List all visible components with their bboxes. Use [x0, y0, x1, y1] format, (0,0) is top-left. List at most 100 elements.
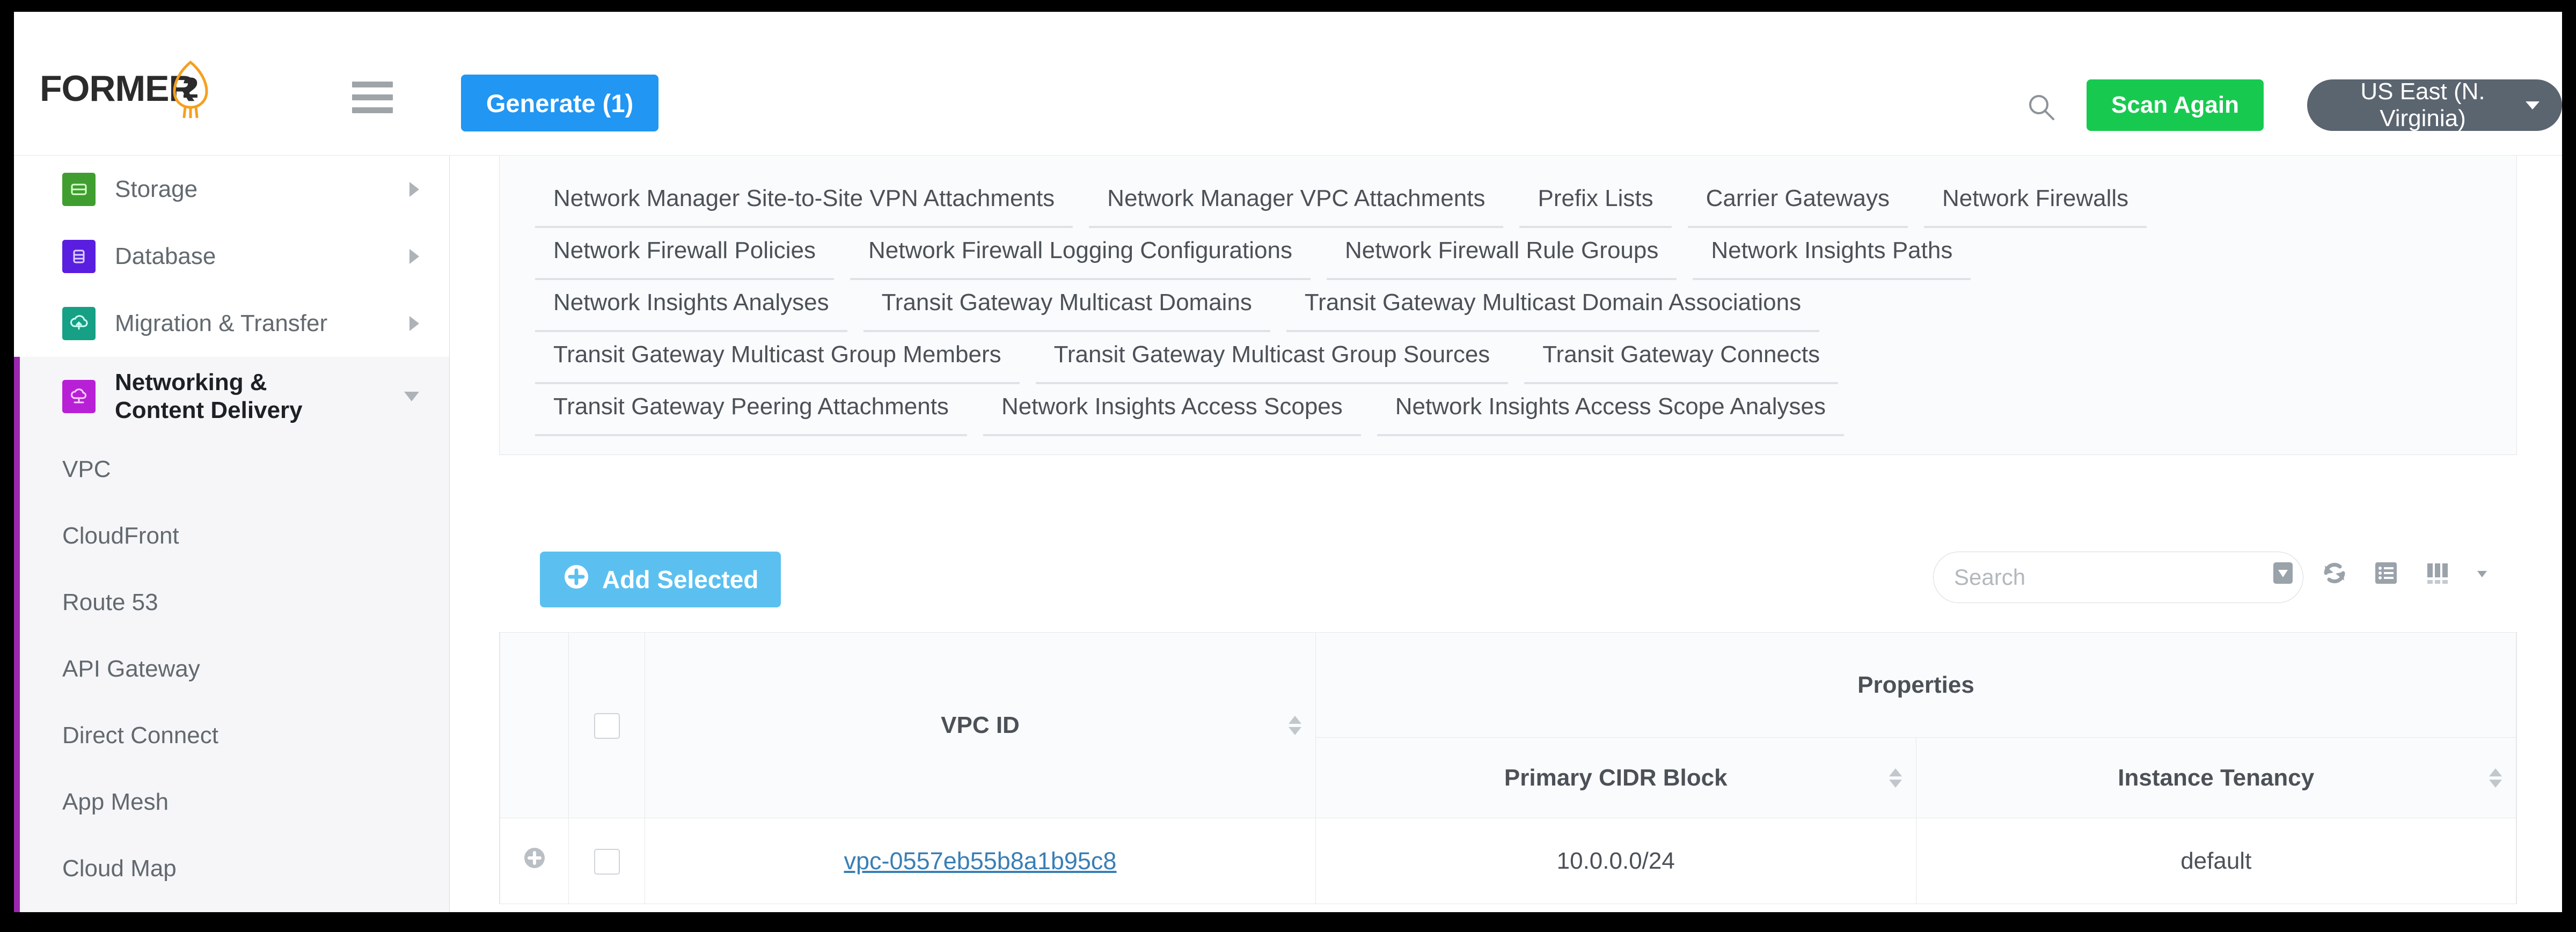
sidebar-item-label: Database	[115, 243, 216, 269]
sort-icon[interactable]	[2489, 768, 2502, 788]
tab-network-firewall-rule-groups[interactable]: Network Firewall Rule Groups	[1326, 228, 1677, 280]
main-content: Network Manager Site-to-Site VPN Attachm…	[450, 156, 2562, 912]
tab-network-insights-access-scopes[interactable]: Network Insights Access Scopes	[983, 384, 1361, 436]
vpc-id-header-label: VPC ID	[941, 711, 1020, 738]
columns-dropdown-caret-icon[interactable]	[2474, 565, 2490, 584]
window-frame: FORMER 2 Generate (1) Scan Again US East…	[0, 0, 2576, 932]
tab-network-firewalls[interactable]: Network Firewalls	[1923, 176, 2147, 228]
export-download-icon[interactable]	[2268, 558, 2298, 591]
tab-prefix-lists[interactable]: Prefix Lists	[1519, 176, 1672, 228]
migration-icon	[62, 306, 96, 340]
search-icon[interactable]	[2026, 92, 2057, 122]
tab-row: Transit Gateway Peering Attachments Netw…	[500, 384, 2516, 436]
vpc-id-link[interactable]: vpc-0557eb55b8a1b95c8	[844, 847, 1117, 875]
tab-transit-gateway-multicast-domain-associations[interactable]: Transit Gateway Multicast Domain Associa…	[1286, 280, 1820, 332]
primary-cidr-cell: 10.0.0.0/24	[1315, 818, 1916, 904]
sidebar-active-label-line2: Content Delivery	[115, 397, 303, 423]
tab-row: Network Firewall Policies Network Firewa…	[500, 228, 2516, 280]
logo-rocket-bulb-icon: 2	[165, 59, 216, 118]
hamburger-icon[interactable]	[352, 82, 393, 114]
tab-transit-gateway-connects[interactable]: Transit Gateway Connects	[1524, 332, 1839, 384]
chevron-down-icon	[2526, 101, 2540, 109]
sidebar-active-label-line1: Networking &	[115, 369, 267, 396]
app-header: FORMER 2 Generate (1) Scan Again US East…	[14, 12, 2562, 156]
sort-icon[interactable]	[1289, 715, 1301, 735]
sidebar-item-label: Networking & Content Delivery	[115, 369, 303, 424]
tab-network-firewall-policies[interactable]: Network Firewall Policies	[535, 228, 835, 280]
vpc-table: VPC ID Properties Primary CIDR Block Ins…	[500, 632, 2516, 904]
tab-network-insights-access-scope-analyses[interactable]: Network Insights Access Scope Analyses	[1377, 384, 1844, 436]
tab-network-insights-paths[interactable]: Network Insights Paths	[1693, 228, 1971, 280]
instance-tenancy-column-header[interactable]: Instance Tenancy	[1915, 737, 2516, 818]
tab-transit-gateway-multicast-group-sources[interactable]: Transit Gateway Multicast Group Sources	[1035, 332, 1509, 384]
chevron-right-icon	[409, 248, 419, 264]
tab-network-insights-analyses[interactable]: Network Insights Analyses	[535, 280, 847, 332]
sidebar-item-api-gateway[interactable]: API Gateway	[14, 636, 449, 702]
sidebar-item-networking-content-delivery[interactable]: Networking & Content Delivery	[14, 357, 449, 436]
scan-again-button[interactable]: Scan Again	[2087, 79, 2264, 131]
columns-icon[interactable]	[2423, 558, 2453, 591]
chevron-down-icon	[404, 392, 419, 401]
tab-network-manager-site-to-site-vpn-attachments[interactable]: Network Manager Site-to-Site VPN Attachm…	[535, 176, 1073, 228]
select-all-column-header	[568, 632, 645, 818]
region-selector[interactable]: US East (N. Virginia)	[2307, 78, 2562, 131]
expand-row-icon[interactable]	[521, 844, 548, 872]
storage-icon	[62, 172, 96, 206]
vpc-id-cell: vpc-0557eb55b8a1b95c8	[645, 818, 1316, 904]
sidebar-item-cloudfront[interactable]: CloudFront	[14, 503, 449, 569]
resource-tabs: Network Manager Site-to-Site VPN Attachm…	[499, 156, 2517, 455]
app-viewport: FORMER 2 Generate (1) Scan Again US East…	[14, 12, 2562, 912]
tab-row: Network Manager Site-to-Site VPN Attachm…	[500, 176, 2516, 228]
networking-icon	[62, 380, 96, 413]
instance-tenancy-cell: default	[1915, 818, 2516, 904]
instance-tenancy-header-label: Instance Tenancy	[2118, 764, 2315, 791]
tab-transit-gateway-multicast-group-members[interactable]: Transit Gateway Multicast Group Members	[535, 332, 1020, 384]
add-selected-button[interactable]: Add Selected	[540, 552, 781, 607]
sidebar-subnav: VPC CloudFront Route 53 API Gateway Dire…	[14, 436, 449, 912]
table-head: VPC ID Properties Primary CIDR Block Ins…	[500, 632, 2516, 818]
tab-carrier-gateways[interactable]: Carrier Gateways	[1687, 176, 1908, 228]
properties-group-header: Properties	[1315, 632, 2516, 738]
sidebar-item-app-mesh[interactable]: App Mesh	[14, 769, 449, 835]
resource-table: VPC ID Properties Primary CIDR Block Ins…	[499, 632, 2517, 904]
generate-button[interactable]: Generate (1)	[461, 75, 658, 131]
row-expand-cell[interactable]	[500, 818, 569, 904]
tab-network-firewall-logging-configurations[interactable]: Network Firewall Logging Configurations	[850, 228, 1311, 280]
vpc-id-column-header[interactable]: VPC ID	[645, 632, 1316, 818]
sort-icon[interactable]	[1889, 768, 1902, 788]
sidebar-item-database[interactable]: Database	[14, 223, 449, 290]
sidebar-item-label: Migration & Transfer	[115, 310, 328, 336]
sidebar-item-storage[interactable]: Storage	[14, 156, 449, 223]
refresh-icon[interactable]	[2319, 558, 2350, 591]
list-view-icon[interactable]	[2371, 558, 2401, 591]
primary-cidr-block-column-header[interactable]: Primary CIDR Block	[1315, 737, 1916, 818]
svg-text:2: 2	[182, 72, 199, 104]
sidebar-item-migration-transfer[interactable]: Migration & Transfer	[14, 290, 449, 357]
sidebar-item-cloud-map[interactable]: Cloud Map	[14, 835, 449, 902]
region-label: US East (N. Virginia)	[2360, 78, 2485, 131]
table-header-group-row: VPC ID Properties	[500, 632, 2516, 818]
toolbar-icons	[2268, 558, 2490, 591]
row-checkbox[interactable]	[594, 849, 620, 875]
expand-column-header	[500, 632, 569, 818]
add-selected-label: Add Selected	[602, 566, 759, 593]
properties-group-label: Properties	[1857, 671, 1974, 698]
sidebar-item-vpc[interactable]: VPC	[14, 436, 449, 503]
tab-network-manager-vpc-attachments[interactable]: Network Manager VPC Attachments	[1089, 176, 1504, 228]
tab-transit-gateway-peering-attachments[interactable]: Transit Gateway Peering Attachments	[535, 384, 967, 436]
sidebar-item-route53[interactable]: Route 53	[14, 569, 449, 636]
sidebar-item-direct-connect[interactable]: Direct Connect	[14, 702, 449, 769]
select-all-checkbox[interactable]	[594, 713, 620, 739]
table-toolbar: Add Selected	[499, 527, 2517, 632]
row-select-cell[interactable]	[568, 818, 645, 904]
chevron-right-icon	[409, 181, 419, 197]
database-icon	[62, 239, 96, 273]
sidebar-item-label: Storage	[115, 175, 198, 202]
primary-cidr-header-label: Primary CIDR Block	[1504, 764, 1728, 791]
search-input[interactable]	[1933, 552, 2303, 603]
brand-logo[interactable]: FORMER 2	[40, 59, 216, 118]
table-body: vpc-0557eb55b8a1b95c8 10.0.0.0/24 defaul…	[500, 818, 2516, 904]
table-row[interactable]: vpc-0557eb55b8a1b95c8 10.0.0.0/24 defaul…	[500, 818, 2516, 904]
chevron-right-icon	[409, 315, 419, 331]
tab-transit-gateway-multicast-domains[interactable]: Transit Gateway Multicast Domains	[863, 280, 1270, 332]
